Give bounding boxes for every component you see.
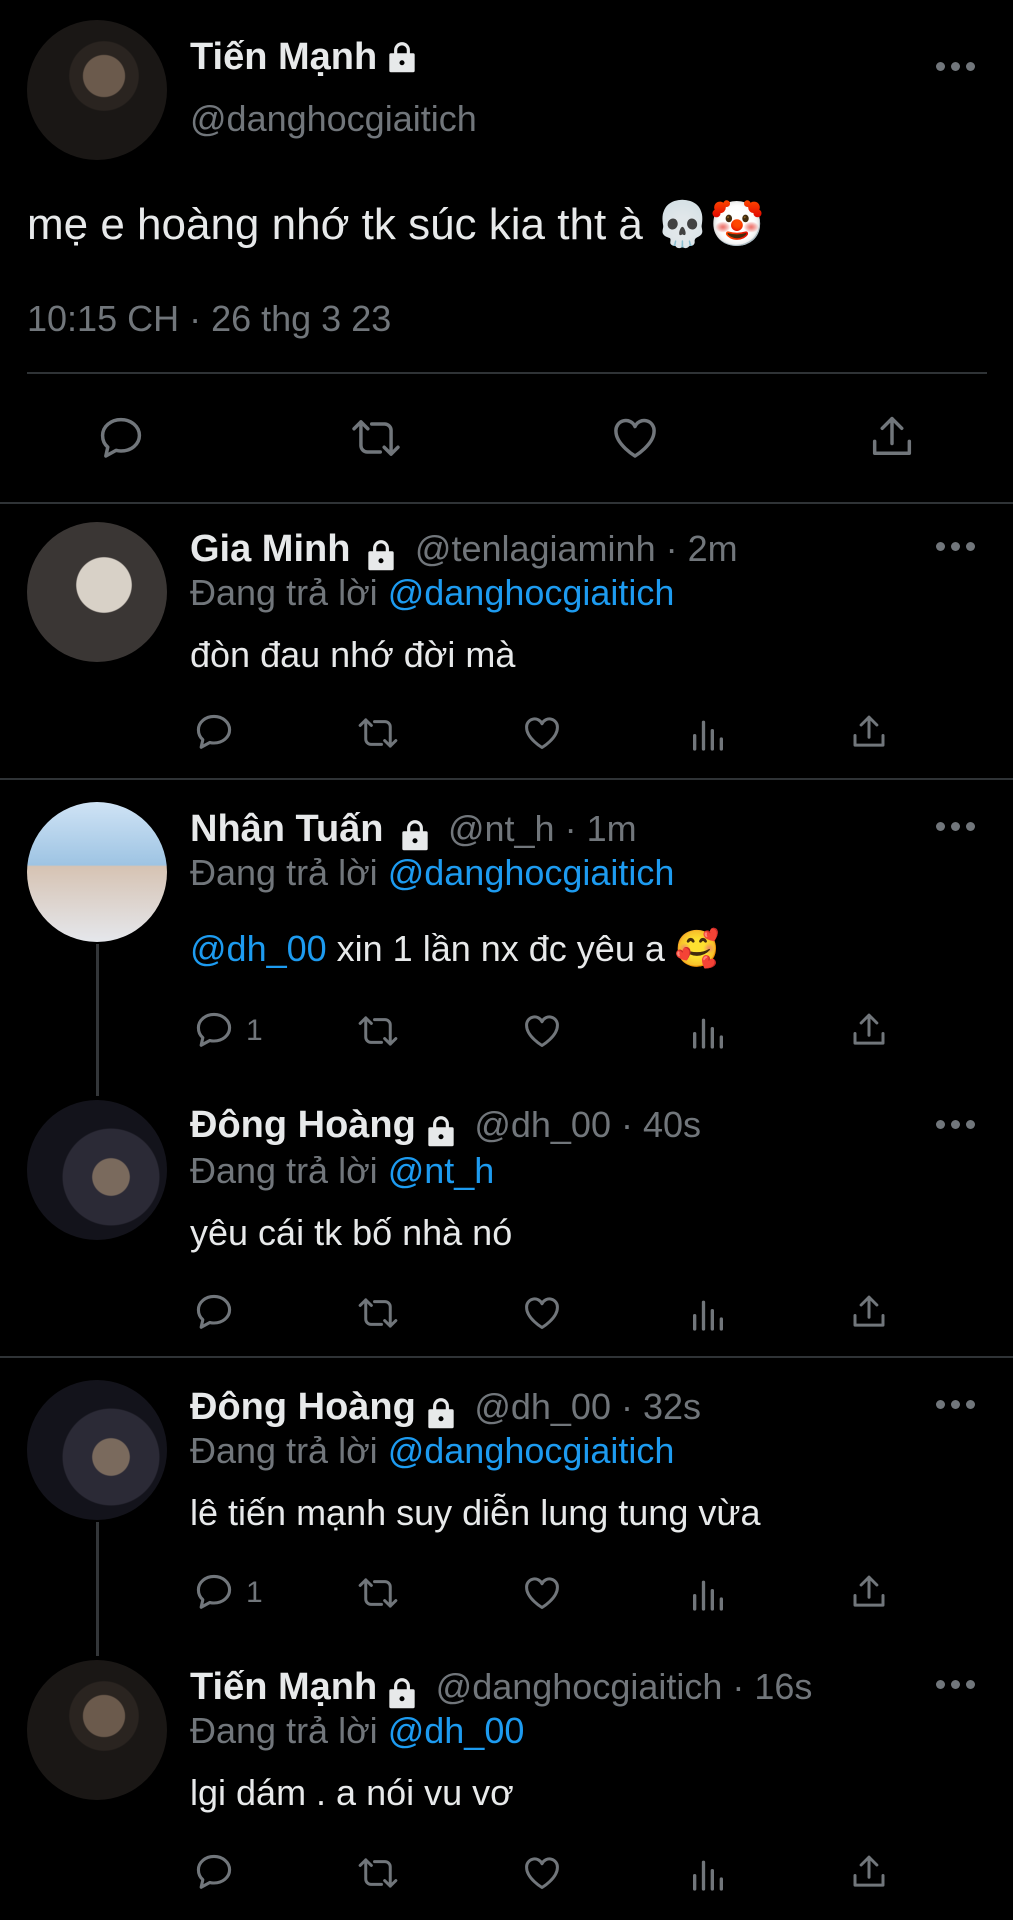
heart-icon[interactable] — [520, 1572, 564, 1614]
views-icon[interactable] — [688, 1574, 728, 1614]
reply-icon[interactable] — [192, 1850, 236, 1894]
reply-header: Đông Hoàng @dh_00 · 32s — [190, 1386, 701, 1431]
author-handle[interactable]: @dh_00 · 32s — [474, 1386, 701, 1427]
body-mention-link[interactable]: @dh_00 — [190, 928, 327, 969]
heart-icon[interactable] — [520, 1852, 564, 1894]
replying-to: Đang trả lời @dh_00 — [190, 1710, 524, 1752]
author-name-text: Tiến Mạnh — [190, 36, 378, 78]
tweet-text: @dh_00 xin 1 lần nx đc yêu a 🥰 — [190, 928, 720, 970]
more-icon[interactable] — [936, 62, 978, 74]
author-handle[interactable]: @danghocgiaitich · 16s — [436, 1666, 813, 1707]
divider — [0, 1356, 1013, 1358]
reply-icon[interactable] — [192, 1570, 236, 1614]
lock-icon — [396, 819, 434, 853]
views-icon[interactable] — [688, 714, 728, 754]
divider — [0, 778, 1013, 780]
tweet-timestamp[interactable]: 10:15 CH · 26 thg 3 23 — [27, 298, 391, 340]
reply-header: Đông Hoàng @dh_00 · 40s — [190, 1104, 701, 1149]
reply-icon[interactable] — [192, 710, 236, 754]
reply-count: 1 — [246, 1014, 263, 1047]
tweet-text: đòn đau nhớ đời mà — [190, 634, 516, 675]
retweet-icon[interactable] — [354, 712, 402, 754]
heart-icon[interactable] — [608, 412, 662, 464]
views-icon[interactable] — [688, 1012, 728, 1052]
avatar[interactable] — [27, 1100, 167, 1240]
author-handle[interactable]: @dh_00 · 40s — [474, 1104, 701, 1145]
reply-count: 1 — [246, 1576, 263, 1609]
lock-icon — [422, 1397, 460, 1431]
replying-to: Đang trả lời @danghocgiaitich — [190, 1430, 674, 1472]
reply-icon[interactable] — [95, 412, 147, 464]
replying-to-label: Đang trả lời — [190, 1150, 378, 1191]
reply-icon[interactable] — [192, 1008, 236, 1052]
views-icon[interactable] — [688, 1294, 728, 1334]
divider — [0, 502, 1013, 504]
share-icon[interactable] — [848, 1570, 890, 1614]
lock-icon — [383, 42, 421, 75]
reply-header: Tiến Mạnh @danghocgiaitich · 16s — [190, 1666, 812, 1711]
replying-to-label: Đang trả lời — [190, 1430, 378, 1471]
divider — [27, 372, 987, 374]
tweet-text: yêu cái tk bố nhà nó — [190, 1212, 513, 1253]
retweet-icon[interactable] — [354, 1572, 402, 1614]
author-name: Tiến Mạnh — [190, 36, 421, 79]
tweet-text: lgi dám . a nói vu vơ — [190, 1772, 514, 1813]
author-name: Tiến Mạnh — [190, 1666, 378, 1708]
reply-mention-link[interactable]: @danghocgiaitich — [388, 852, 675, 893]
heart-icon[interactable] — [520, 1010, 564, 1052]
replying-to-label: Đang trả lời — [190, 852, 378, 893]
more-icon[interactable] — [936, 1400, 978, 1412]
more-icon[interactable] — [936, 1680, 978, 1692]
reply-header: Nhân Tuấn @nt_h · 1m — [190, 808, 637, 853]
avatar[interactable] — [27, 522, 167, 662]
heart-icon[interactable] — [520, 712, 564, 754]
retweet-icon[interactable] — [354, 1292, 402, 1334]
more-icon[interactable] — [936, 542, 978, 554]
replying-to: Đang trả lời @danghocgiaitich — [190, 572, 674, 614]
thread-line — [96, 944, 99, 1096]
reply-icon[interactable] — [192, 1290, 236, 1334]
reply-mention-link[interactable]: @dh_00 — [388, 1710, 525, 1751]
reply-mention-link[interactable]: @danghocgiaitich — [388, 572, 675, 613]
lock-icon — [383, 1677, 421, 1711]
heart-icon[interactable] — [520, 1292, 564, 1334]
tweet-text: lê tiến mạnh suy diễn lung tung vừa — [190, 1492, 761, 1533]
replying-to-label: Đang trả lời — [190, 572, 378, 613]
share-icon[interactable] — [848, 710, 890, 754]
avatar[interactable] — [27, 1380, 167, 1520]
avatar[interactable] — [27, 802, 167, 942]
share-icon[interactable] — [848, 1290, 890, 1334]
more-icon[interactable] — [936, 1120, 978, 1132]
share-icon[interactable] — [866, 410, 918, 464]
tweet-text: mẹ e hoàng nhớ tk súc kia tht à 💀🤡 — [27, 200, 765, 249]
share-icon[interactable] — [848, 1008, 890, 1052]
share-icon[interactable] — [848, 1850, 890, 1894]
retweet-icon[interactable] — [354, 1010, 402, 1052]
lock-icon — [362, 539, 400, 573]
replying-to: Đang trả lời @danghocgiaitich — [190, 852, 674, 894]
reply-header: Gia Minh @tenlagiaminh · 2m — [190, 528, 738, 573]
replying-to: Đang trả lời @nt_h — [190, 1150, 494, 1192]
retweet-icon[interactable] — [354, 1852, 402, 1894]
thread-line — [96, 1522, 99, 1656]
tweet-text-body: xin 1 lần nx đc yêu a 🥰 — [326, 928, 720, 969]
replying-to-label: Đang trả lời — [190, 1710, 378, 1751]
author-handle[interactable]: @nt_h · 1m — [448, 808, 637, 849]
more-icon[interactable] — [936, 822, 978, 834]
author-name: Đông Hoàng — [190, 1104, 416, 1146]
author-name: Gia Minh — [190, 528, 351, 570]
author-handle[interactable]: @tenlagiaminh · 2m — [415, 528, 738, 569]
lock-icon — [422, 1115, 460, 1149]
author-name: Nhân Tuấn — [190, 808, 384, 850]
views-icon[interactable] — [688, 1854, 728, 1894]
avatar[interactable] — [27, 1660, 167, 1800]
retweet-icon[interactable] — [348, 412, 404, 464]
reply-mention-link[interactable]: @danghocgiaitich — [388, 1430, 675, 1471]
reply-mention-link[interactable]: @nt_h — [388, 1150, 495, 1191]
author-handle[interactable]: @danghocgiaitich — [190, 98, 477, 140]
author-name: Đông Hoàng — [190, 1386, 416, 1428]
avatar[interactable] — [27, 20, 167, 160]
